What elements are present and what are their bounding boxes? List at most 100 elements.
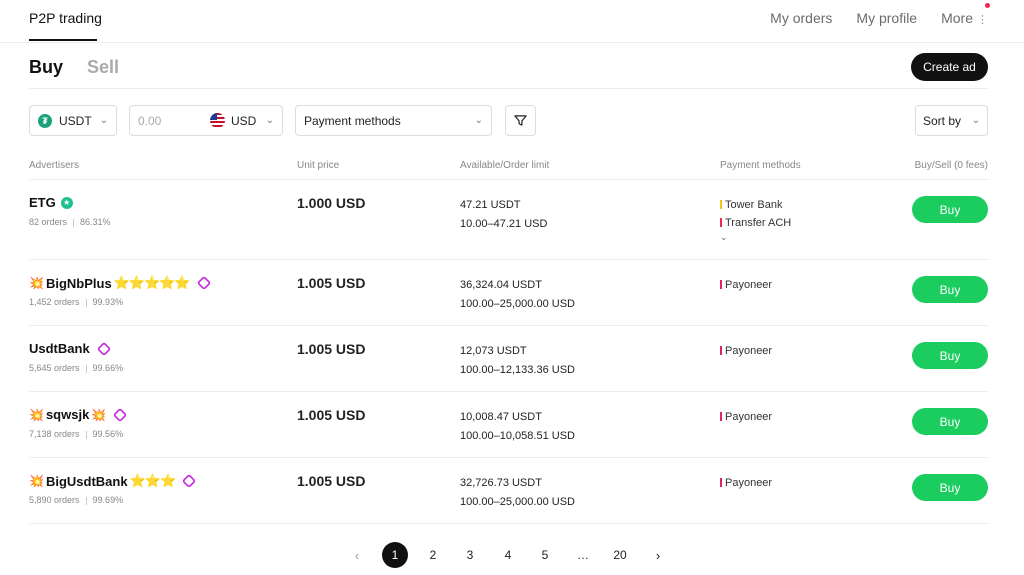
expand-chevron-icon[interactable]: ⌄ <box>720 232 791 242</box>
more-label: More <box>941 10 973 26</box>
unit-price: 1.005 USD <box>297 275 366 291</box>
advertiser-name[interactable]: 💥 BigNbPlus ⭐⭐⭐⭐⭐ <box>29 275 211 291</box>
page-ellipsis: … <box>577 548 589 562</box>
advertiser-name[interactable]: ETG ★ <box>29 195 73 210</box>
fire-icon: 💥 <box>29 474 44 488</box>
advertiser-name-text: ETG <box>29 195 56 210</box>
tab-sell[interactable]: Sell <box>87 57 119 78</box>
filter-icon <box>514 115 527 126</box>
next-page-arrow-icon[interactable]: › <box>645 542 671 568</box>
unit-price: 1.005 USD <box>297 341 366 357</box>
completion-rate: 99.66% <box>92 363 124 373</box>
star-rating-icon: ⭐⭐⭐⭐⭐ <box>113 275 191 290</box>
payment-list: Payoneer <box>720 474 772 492</box>
available-amount: 36,324.04 USDT <box>460 279 542 291</box>
unit-price: 1.005 USD <box>297 473 366 489</box>
my-orders-link[interactable]: My orders <box>770 10 832 26</box>
brand-underline <box>29 39 97 41</box>
available-amount: 12,073 USDT <box>460 345 527 357</box>
brand-title[interactable]: P2P trading <box>29 10 102 26</box>
payment-method: Transfer ACH <box>720 214 791 232</box>
order-limit: 100.00–12,133.36 USD <box>460 364 575 376</box>
chevron-down-icon: ⌄ <box>99 115 108 126</box>
order-limit: 100.00–25,000.00 USD <box>460 298 575 310</box>
sort-select[interactable]: Sort by ⌄ <box>915 105 988 136</box>
merchant-badge-icon <box>196 275 211 291</box>
my-profile-link[interactable]: My profile <box>856 10 917 26</box>
buy-button[interactable]: Buy <box>912 342 988 369</box>
star-rating-icon: ⭐⭐⭐ <box>129 473 177 488</box>
create-ad-button[interactable]: Create ad <box>911 53 988 81</box>
availability: 10,008.47 USDT 100.00–10,058.51 USD <box>460 408 575 446</box>
fire-icon: 💥 <box>91 407 107 422</box>
completion-rate: 86.31% <box>80 217 111 227</box>
advertiser-stats: 5,890 orders 99.69% <box>29 495 123 505</box>
chevron-down-icon: ⌄ <box>265 115 274 126</box>
unit-price: 1.000 USD <box>297 195 366 211</box>
tether-icon: ₮ <box>38 113 52 128</box>
advertiser-name[interactable]: UsdtBank <box>29 341 111 356</box>
payment-list: Payoneer <box>720 276 772 294</box>
buy-button[interactable]: Buy <box>912 196 988 223</box>
buy-button[interactable]: Buy <box>912 474 988 501</box>
page-5[interactable]: 5 <box>532 542 558 568</box>
availability: 47.21 USDT 10.00–47.21 USD <box>460 196 547 234</box>
payment-methods-select[interactable]: Payment methods ⌄ <box>295 105 492 136</box>
order-count: 82 orders <box>29 217 68 227</box>
amount-placeholder: 0.00 <box>138 113 162 128</box>
fiat-value: USD <box>231 113 257 128</box>
page-20[interactable]: 20 <box>607 542 633 568</box>
payment-list: Payoneer <box>720 408 772 426</box>
more-dots-icon: ⋮ <box>977 14 988 26</box>
payment-list: Tower Bank Transfer ACH ⌄ <box>720 196 791 242</box>
tab-buy[interactable]: Buy <box>29 57 63 78</box>
availability: 12,073 USDT 100.00–12,133.36 USD <box>460 342 575 380</box>
payment-methods-value: Payment methods <box>304 113 401 128</box>
available-amount: 47.21 USDT <box>460 199 521 211</box>
more-menu[interactable]: More ⋮ <box>941 10 988 26</box>
chevron-down-icon: ⌄ <box>971 115 980 126</box>
filter-button[interactable] <box>505 105 536 136</box>
advertiser-name[interactable]: 💥 BigUsdtBank ⭐⭐⭐ <box>29 473 197 489</box>
available-amount: 32,726.73 USDT <box>460 477 542 489</box>
buy-button[interactable]: Buy <box>912 276 988 303</box>
amount-input[interactable]: 0.00 USD ⌄ <box>129 105 283 136</box>
prev-page-arrow-icon[interactable]: ‹ <box>344 542 370 568</box>
unit-price: 1.005 USD <box>297 407 366 423</box>
row-divider <box>29 391 988 392</box>
buy-button[interactable]: Buy <box>912 408 988 435</box>
column-action: Buy/Sell (0 fees) <box>914 160 988 171</box>
availability: 32,726.73 USDT 100.00–25,000.00 USD <box>460 474 575 512</box>
order-limit: 10.00–47.21 USD <box>460 218 548 230</box>
completion-rate: 99.56% <box>92 429 124 439</box>
sort-value: Sort by <box>923 113 962 128</box>
top-bar: P2P trading My orders My profile More ⋮ <box>0 0 1024 43</box>
order-count: 5,645 orders <box>29 363 80 373</box>
page-2[interactable]: 2 <box>420 542 446 568</box>
verified-star-icon: ★ <box>60 196 73 209</box>
page-4[interactable]: 4 <box>495 542 521 568</box>
payment-method: Payoneer <box>720 474 772 492</box>
available-amount: 10,008.47 USDT <box>460 411 542 423</box>
completion-rate: 99.69% <box>92 495 124 505</box>
advertiser-name-text: BigNbPlus <box>45 275 112 291</box>
advertiser-name[interactable]: 💥 sqwsjk 💥 <box>29 407 128 422</box>
chevron-down-icon: ⌄ <box>474 115 483 126</box>
crypto-select[interactable]: ₮ USDT ⌄ <box>29 105 117 136</box>
merchant-badge-icon <box>113 407 128 422</box>
column-unit-price: Unit price <box>297 160 340 171</box>
column-advertisers: Advertisers <box>29 160 80 171</box>
pagination: ‹ 1 2 3 4 5 … 20 › <box>0 542 1024 568</box>
order-count: 7,138 orders <box>29 429 80 439</box>
completion-rate: 99.93% <box>92 297 124 307</box>
fire-icon: 💥 <box>29 407 44 422</box>
notification-dot <box>985 3 990 8</box>
page-3[interactable]: 3 <box>457 542 483 568</box>
advertiser-stats: 7,138 orders 99.56% <box>29 429 123 439</box>
merchant-badge-icon <box>96 341 111 356</box>
availability: 36,324.04 USDT 100.00–25,000.00 USD <box>460 276 575 314</box>
payment-method: Tower Bank <box>720 196 791 214</box>
advertiser-stats: 82 orders 86.31% <box>29 217 111 227</box>
tabs-divider <box>29 88 988 89</box>
page-1[interactable]: 1 <box>382 542 408 568</box>
